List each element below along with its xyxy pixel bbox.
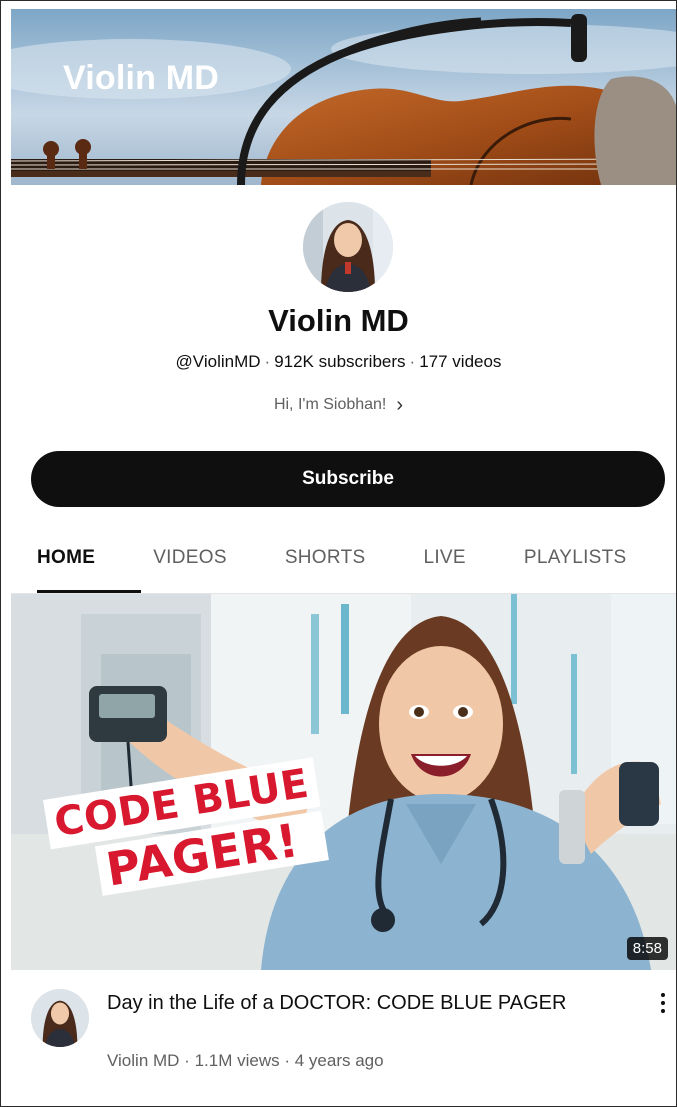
kebab-dot bbox=[661, 1001, 665, 1005]
chevron-right-icon: › bbox=[396, 394, 404, 416]
channel-about-text: Hi, I'm Siobhan! bbox=[273, 396, 387, 413]
tab-live[interactable]: LIVE bbox=[423, 547, 483, 569]
channel-meta: @ViolinMD · 912K subscribers · 177 videos bbox=[1, 352, 676, 372]
kebab-dot bbox=[661, 993, 665, 997]
video-thumbnail[interactable]: CODE BLUE PAGER! 8:58 bbox=[11, 594, 676, 970]
thumbnail-scene bbox=[11, 594, 676, 970]
video-meta: Violin MD · 1.1M views · 4 years ago bbox=[107, 1051, 384, 1071]
banner-title: Violin MD bbox=[63, 59, 220, 97]
video-title[interactable]: Day in the Life of a DOCTOR: CODE BLUE P… bbox=[107, 989, 607, 1017]
avatar-portrait bbox=[303, 202, 393, 292]
video-channel-avatar[interactable] bbox=[31, 989, 89, 1047]
channel-banner: Violin MD bbox=[11, 9, 676, 185]
tab-playlists[interactable]: PLAYLISTS bbox=[524, 547, 645, 569]
more-vert-icon[interactable] bbox=[653, 991, 673, 1015]
meta-separator: · bbox=[409, 352, 416, 371]
subscribe-button[interactable]: Subscribe bbox=[31, 451, 665, 507]
video-age: 4 years ago bbox=[294, 1051, 384, 1070]
subscriber-count: 912K subscribers bbox=[274, 352, 406, 371]
channel-name: Violin MD bbox=[268, 303, 409, 338]
tab-shorts[interactable]: SHORTS bbox=[285, 547, 384, 569]
meta-separator: · bbox=[264, 352, 271, 371]
avatar-portrait-small bbox=[31, 989, 89, 1047]
channel-about-link[interactable]: Hi, I'm Siobhan! › bbox=[1, 394, 676, 417]
channel-avatar[interactable] bbox=[303, 202, 393, 292]
kebab-dot bbox=[661, 1009, 665, 1013]
tab-videos[interactable]: VIDEOS bbox=[153, 547, 245, 569]
meta-separator: · bbox=[284, 1051, 291, 1070]
channel-handle: @ViolinMD bbox=[175, 352, 261, 371]
meta-separator: · bbox=[184, 1051, 190, 1070]
video-views: 1.1M views bbox=[194, 1051, 280, 1070]
video-count: 177 videos bbox=[419, 352, 502, 371]
video-channel-name: Violin MD bbox=[107, 1051, 180, 1070]
video-duration-badge: 8:58 bbox=[626, 937, 668, 960]
channel-tabs: HOMEVIDEOSSHORTSLIVEPLAYLISTSCC bbox=[37, 547, 676, 595]
tab-home[interactable]: HOME bbox=[37, 547, 113, 569]
channel-page: Violin MD Violin MD @ViolinMD · 912K subsc… bbox=[0, 0, 677, 1107]
